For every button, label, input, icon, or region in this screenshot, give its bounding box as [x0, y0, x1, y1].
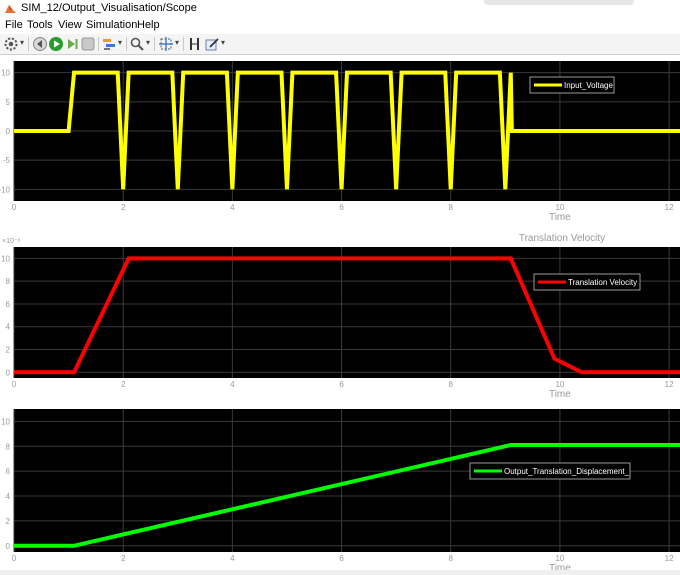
title-bar: SIM_12/Output_Visualisation/Scope [0, 0, 680, 18]
autoscale-dropdown-icon[interactable]: ▾ [175, 38, 179, 47]
menu-help[interactable]: Help [137, 19, 160, 31]
plot-axes-2[interactable] [14, 247, 680, 378]
step-forward-icon[interactable] [64, 36, 80, 52]
y-tick-label: 6 [6, 467, 11, 476]
y-tick-label: 6 [6, 300, 11, 309]
x-tick-label: 6 [339, 203, 344, 212]
menu-file[interactable]: File [5, 19, 23, 31]
legend-label: Input_Voltage [564, 81, 613, 90]
y-tick-label: -10 [0, 185, 11, 194]
toolbar-separator [154, 37, 155, 51]
menu-simulation[interactable]: Simulation [86, 19, 137, 31]
menu-tools[interactable]: Tools [27, 19, 53, 31]
y-tick-label: -5 [3, 156, 11, 165]
y-tick-label: 2 [6, 517, 11, 526]
highlight-icon[interactable] [101, 36, 117, 52]
x-tick-label: 10 [555, 554, 564, 563]
x-tick-label: 10 [555, 380, 564, 389]
settings-dropdown-icon[interactable]: ▾ [20, 38, 24, 47]
x-tick-label: 0 [12, 380, 17, 389]
x-tick-label: 4 [230, 380, 235, 389]
y-tick-label: 8 [6, 442, 11, 451]
scope-area: 024681012-10-50510TimeInput_Voltage02468… [0, 55, 680, 574]
menu-bar: File Tools View Simulation Help [0, 18, 680, 34]
toolbar: ▾ ▾ ▾ ▾ ▾ [0, 34, 680, 55]
toolbar-separator [183, 37, 184, 51]
edit-style-icon[interactable] [204, 36, 220, 52]
x-tick-label: 2 [121, 554, 126, 563]
matlab-logo-icon [5, 5, 16, 13]
y-tick-label: 8 [6, 277, 11, 286]
y-tick-label: 0 [6, 127, 11, 136]
autoscale-icon[interactable] [158, 36, 174, 52]
plot-axes-3[interactable] [14, 409, 680, 552]
y-tick-label: 4 [6, 323, 11, 332]
zoom-icon[interactable] [129, 36, 145, 52]
y-tick-label: 10 [1, 417, 10, 426]
x-tick-label: 2 [121, 380, 126, 389]
y-tick-label: 5 [6, 98, 11, 107]
cursor-measure-icon[interactable] [187, 36, 203, 52]
x-tick-label: 8 [448, 554, 453, 563]
plot-title: Translation Velocity [519, 233, 605, 244]
toolbar-separator [98, 37, 99, 51]
x-tick-label: 6 [339, 554, 344, 563]
x-tick-label: 4 [230, 554, 235, 563]
x-tick-label: 10 [555, 203, 564, 212]
toolbar-separator [28, 37, 29, 51]
x-tick-label: 8 [448, 203, 453, 212]
y-tick-label: 0 [6, 542, 11, 551]
y-tick-label: 10 [1, 254, 10, 263]
menu-view[interactable]: View [58, 19, 82, 31]
x-tick-label: 12 [665, 554, 674, 563]
x-axis-label: Time [549, 563, 571, 570]
edit-style-dropdown-icon[interactable]: ▾ [221, 38, 225, 47]
x-tick-label: 0 [12, 554, 17, 563]
settings-icon[interactable] [3, 36, 19, 52]
scope-canvas: 024681012-10-50510TimeInput_Voltage02468… [0, 61, 680, 574]
zoom-dropdown-icon[interactable]: ▾ [146, 38, 150, 47]
toolbar-separator [126, 37, 127, 51]
y-tick-label: 0 [6, 368, 11, 377]
y-tick-label: 4 [6, 492, 11, 501]
stop-icon[interactable] [80, 36, 96, 52]
title-overlay-tab [484, 0, 634, 5]
x-tick-label: 6 [339, 380, 344, 389]
x-tick-label: 12 [665, 380, 674, 389]
x-tick-label: 12 [665, 203, 674, 212]
legend-label: Translation Velocity [568, 278, 637, 287]
legend-label: Output_Translation_Displacement_ [504, 467, 630, 476]
x-tick-label: 0 [12, 203, 17, 212]
y-tick-label: 10 [1, 69, 10, 78]
x-tick-label: 4 [230, 203, 235, 212]
x-tick-label: 2 [121, 203, 126, 212]
step-back-icon[interactable] [32, 36, 48, 52]
x-tick-label: 8 [448, 380, 453, 389]
x-axis-label: Time [549, 389, 571, 400]
y-tick-label: 2 [6, 346, 11, 355]
x-axis-label: Time [549, 212, 571, 223]
y-exponent-label: ×10⁻⁸ [2, 238, 21, 245]
run-icon[interactable] [48, 36, 64, 52]
window-title: SIM_12/Output_Visualisation/Scope [21, 2, 197, 14]
highlight-dropdown-icon[interactable]: ▾ [118, 38, 122, 47]
